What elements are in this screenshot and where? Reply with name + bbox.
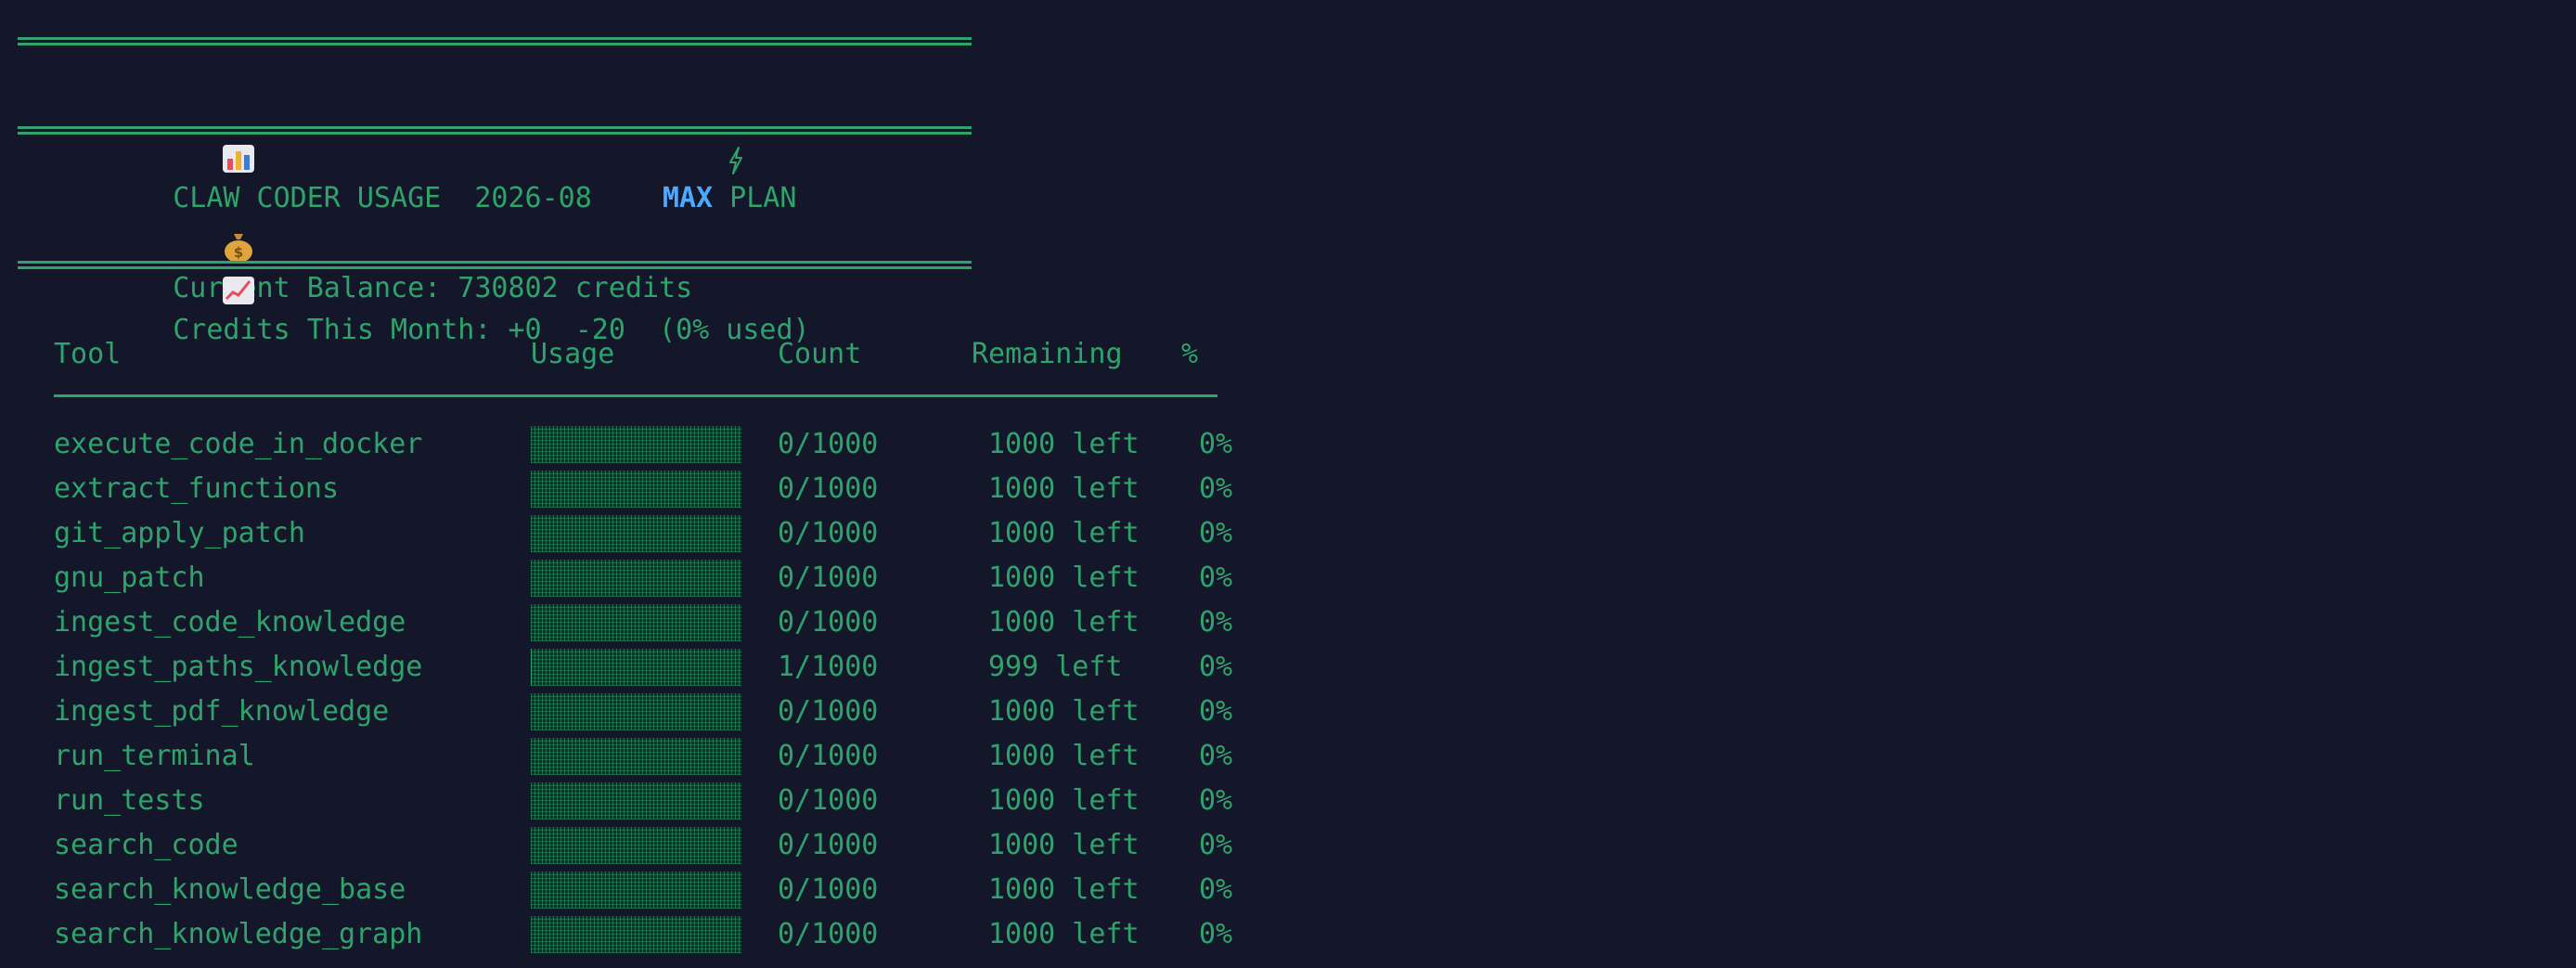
remaining-credits: 1000 left [988, 561, 1140, 594]
tool-name: search_knowledge_base [54, 873, 406, 906]
monthly-credits-line: Credits This Month: +0 -20 (0% used) [54, 201, 810, 386]
usage-bar [531, 426, 741, 463]
usage-percent: 0% [1199, 784, 1233, 817]
usage-percent: 0% [1199, 472, 1233, 505]
table-row: ingest_pdf_knowledge 0/1000 1000 left 0% [0, 693, 1299, 730]
title-divider [18, 126, 972, 135]
usage-count: 0/1000 [778, 918, 879, 950]
usage-bar [531, 604, 741, 641]
usage-count: 0/1000 [778, 561, 879, 594]
tool-name: search_code [54, 829, 238, 861]
usage-percent: 0% [1199, 873, 1233, 906]
usage-count: 0/1000 [778, 472, 879, 505]
column-header-tool: Tool [54, 338, 122, 370]
table-row: extract_functions 0/1000 1000 left 0% [0, 471, 1299, 508]
usage-count: 0/1000 [778, 606, 879, 639]
usage-count: 0/1000 [778, 428, 879, 460]
table-row: search_knowledge_graph 0/1000 1000 left 0% [0, 916, 1299, 953]
usage-bar [531, 649, 741, 686]
usage-percent: 0% [1199, 561, 1233, 594]
top-divider [18, 37, 972, 45]
remaining-credits: 1000 left [988, 829, 1140, 861]
usage-bar [531, 693, 741, 730]
table-row: git_apply_patch 0/1000 1000 left 0% [0, 515, 1299, 552]
column-header-count: Count [778, 338, 862, 370]
column-header-remaining: Remaining [972, 338, 1123, 370]
remaining-credits: 1000 left [988, 695, 1140, 728]
summary-divider [18, 261, 972, 269]
remaining-credits: 1000 left [988, 517, 1140, 549]
table-row: run_terminal 0/1000 1000 left 0% [0, 738, 1299, 775]
usage-count: 0/1000 [778, 784, 879, 817]
column-header-percent: % [1181, 338, 1199, 370]
usage-percent: 0% [1199, 829, 1233, 861]
tool-name: run_terminal [54, 740, 255, 772]
tool-name: git_apply_patch [54, 517, 305, 549]
usage-bar [531, 782, 741, 820]
tool-name: search_knowledge_graph [54, 918, 423, 950]
tool-name: ingest_pdf_knowledge [54, 695, 390, 728]
table-row: ingest_paths_knowledge 1/1000 999 left 0% [0, 649, 1299, 686]
remaining-credits: 1000 left [988, 784, 1140, 817]
table-row: search_knowledge_base 0/1000 1000 left 0% [0, 871, 1299, 909]
remaining-credits: 1000 left [988, 740, 1140, 772]
usage-percent: 0% [1199, 428, 1233, 460]
column-header-usage: Usage [531, 338, 615, 370]
usage-percent: 0% [1199, 918, 1233, 950]
remaining-credits: 999 left [988, 651, 1123, 683]
usage-count: 0/1000 [778, 829, 879, 861]
usage-bar [531, 560, 741, 597]
tool-name: run_tests [54, 784, 205, 817]
tool-name: ingest_paths_knowledge [54, 651, 423, 683]
usage-count: 0/1000 [778, 740, 879, 772]
usage-count: 0/1000 [778, 873, 879, 906]
usage-percent: 0% [1199, 695, 1233, 728]
tool-name: ingest_code_knowledge [54, 606, 406, 639]
usage-percent: 0% [1199, 517, 1233, 549]
usage-bar [531, 827, 741, 864]
header-rule [54, 394, 1217, 397]
table-row: search_code 0/1000 1000 left 0% [0, 827, 1299, 864]
usage-bar [531, 738, 741, 775]
tool-name: extract_functions [54, 472, 340, 505]
table-row: ingest_code_knowledge 0/1000 1000 left 0% [0, 604, 1299, 641]
usage-count: 0/1000 [778, 517, 879, 549]
usage-bar [531, 515, 741, 552]
remaining-credits: 1000 left [988, 606, 1140, 639]
usage-bar [531, 916, 741, 953]
table-row: execute_code_in_docker 0/1000 1000 left 0% [0, 426, 1299, 463]
usage-percent: 0% [1199, 740, 1233, 772]
remaining-credits: 1000 left [988, 918, 1140, 950]
usage-count: 1/1000 [778, 651, 879, 683]
remaining-credits: 1000 left [988, 472, 1140, 505]
month-label: Credits This Month: [173, 314, 492, 346]
usage-bar [531, 871, 741, 909]
tool-name: gnu_patch [54, 561, 205, 594]
table-row: gnu_patch 0/1000 1000 left 0% [0, 560, 1299, 597]
usage-count: 0/1000 [778, 695, 879, 728]
remaining-credits: 1000 left [988, 873, 1140, 906]
usage-bar [531, 471, 741, 508]
tool-name: execute_code_in_docker [54, 428, 423, 460]
remaining-credits: 1000 left [988, 428, 1140, 460]
table-row: run_tests 0/1000 1000 left 0% [0, 782, 1299, 820]
usage-percent: 0% [1199, 651, 1233, 683]
usage-percent: 0% [1199, 606, 1233, 639]
